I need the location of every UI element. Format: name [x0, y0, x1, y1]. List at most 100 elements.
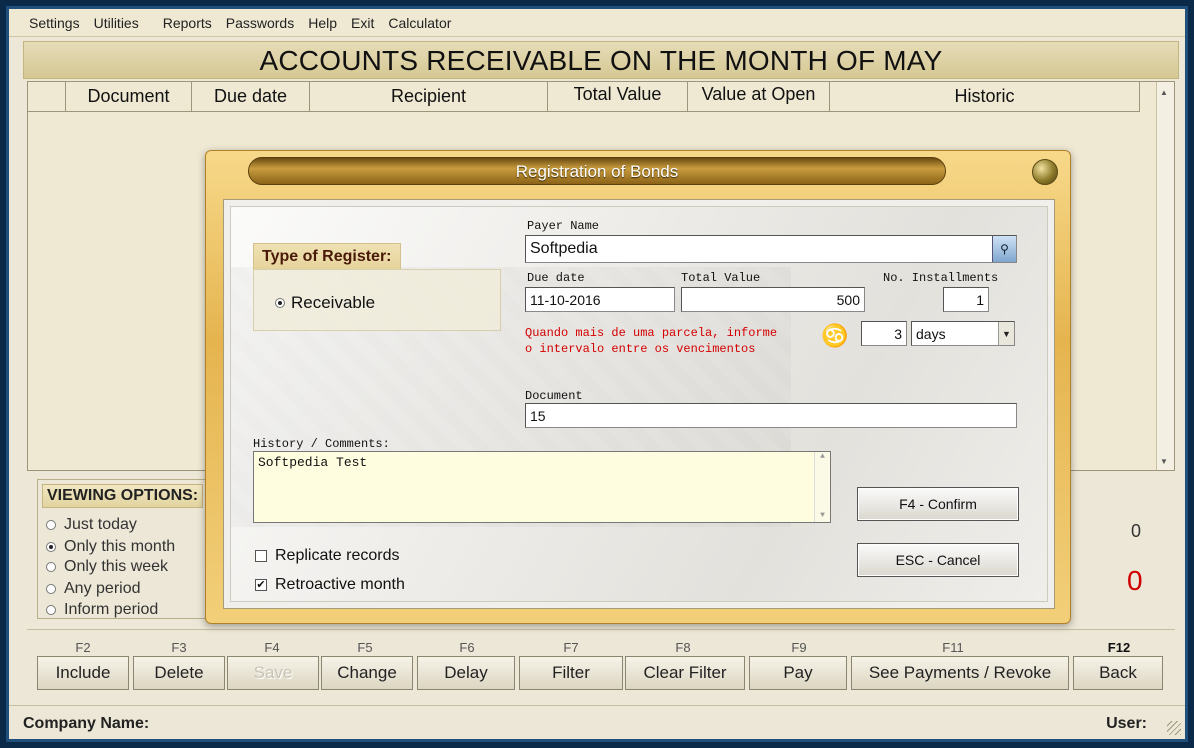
fkey-label: F9 [791, 640, 807, 655]
fkey-label: F4 [264, 640, 280, 655]
option-label: Only this week [64, 558, 169, 575]
due-date-value: 11-10-2016 [530, 291, 601, 308]
include-button[interactable]: Include [37, 656, 129, 690]
column-header-due-date[interactable]: Due date [192, 82, 310, 111]
retroactive-month-checkbox[interactable]: ✔ Retroactive month [255, 576, 405, 594]
option-label: Just today [64, 516, 137, 533]
column-header-indicator[interactable] [28, 82, 66, 111]
radio-icon[interactable] [46, 584, 56, 594]
option-only-this-month[interactable]: Only this month [46, 538, 175, 556]
company-name-label: Company Name: [23, 715, 150, 732]
back-button[interactable]: Back [1073, 656, 1163, 690]
scroll-down-icon[interactable]: ▼ [1160, 457, 1168, 466]
total-value-label: Total Value [681, 271, 761, 285]
menu-settings[interactable]: Settings [29, 15, 80, 31]
fkey-label: F3 [171, 640, 187, 655]
table-header: Document Due date Recipient Total Value … [28, 82, 1140, 112]
column-header-value-at-open[interactable]: Value at Open [688, 82, 830, 111]
clear-filter-button[interactable]: Clear Filter [625, 656, 745, 690]
receivable-label: Receivable [291, 293, 376, 312]
confirm-button[interactable]: F4 - Confirm [857, 487, 1019, 521]
type-of-register-title: Type of Register: [253, 243, 401, 270]
document-label: Document [525, 389, 583, 403]
column-header-historic[interactable]: Historic [830, 82, 1140, 111]
menu-help[interactable]: Help [308, 15, 337, 31]
column-header-document[interactable]: Document [66, 82, 192, 111]
checkbox-icon[interactable] [255, 550, 267, 562]
option-inform-period[interactable]: Inform period [46, 601, 158, 619]
radio-selected-icon[interactable] [46, 542, 56, 552]
option-just-today[interactable]: Just today [46, 516, 137, 534]
menu-utilities[interactable]: Utilities [94, 15, 139, 31]
user-label: User: [1106, 715, 1147, 732]
column-header-recipient[interactable]: Recipient [310, 82, 548, 111]
scroll-up-icon[interactable]: ▲ [1160, 88, 1168, 97]
change-button[interactable]: Change [321, 656, 413, 690]
interval-value: 3 [894, 325, 902, 342]
due-date-label: Due date [527, 271, 585, 285]
interval-note-line: Quando mais de uma parcela, informe [525, 326, 778, 340]
chevron-down-icon[interactable]: ▼ [998, 322, 1014, 345]
replicate-label: Replicate records [275, 547, 400, 564]
history-textarea[interactable]: Softpedia Test ▲ ▼ [253, 451, 831, 523]
fkey-label: F12 [1107, 640, 1131, 655]
installments-input[interactable]: 1 [943, 287, 989, 312]
option-any-period[interactable]: Any period [46, 580, 141, 598]
cancel-button[interactable]: ESC - Cancel [857, 543, 1019, 577]
see-payments-revoke-button[interactable]: See Payments / Revoke [851, 656, 1069, 690]
payer-name-value: Softpedia [530, 240, 598, 257]
search-lookup-icon[interactable]: ⚲ [992, 236, 1016, 262]
history-scrollbar[interactable]: ▲ ▼ [814, 452, 830, 522]
menu-reports[interactable]: Reports [163, 15, 212, 31]
dialog-body: Type of Register: Receivable Payer Name … [223, 199, 1055, 609]
total-value-input[interactable]: 500 [681, 287, 865, 312]
viewing-options-panel: VIEWING OPTIONS: Just today Only this mo… [37, 479, 217, 619]
radio-icon[interactable] [46, 562, 56, 572]
fkey-label: F6 [459, 640, 475, 655]
delete-button[interactable]: Delete [133, 656, 225, 690]
status-bar: Company Name: User: [9, 705, 1185, 739]
interval-icon: ♋ [821, 323, 849, 348]
delay-button[interactable]: Delay [417, 656, 515, 690]
fkey-label: F7 [563, 640, 579, 655]
interval-unit-select[interactable]: days ▼ [911, 321, 1015, 346]
document-input[interactable]: 15 [525, 403, 1017, 428]
menu-passwords[interactable]: Passwords [226, 15, 294, 31]
payer-name-input[interactable]: Softpedia ⚲ [525, 235, 1017, 263]
total-value-value: 500 [836, 291, 860, 308]
radio-icon[interactable] [46, 605, 56, 615]
payer-name-label: Payer Name [527, 219, 600, 233]
interval-note: Quando mais de uma parcela, informe o in… [525, 325, 777, 357]
receivable-option[interactable]: Receivable [275, 293, 375, 313]
due-date-input[interactable]: 11-10-2016 [525, 287, 675, 312]
checkbox-checked-icon[interactable]: ✔ [255, 579, 267, 591]
interval-input[interactable]: 3 [861, 321, 907, 346]
replicate-records-checkbox[interactable]: Replicate records [255, 547, 400, 565]
total-value: 0 [1127, 565, 1143, 596]
column-header-total-value[interactable]: Total Value [548, 82, 688, 111]
document-value: 15 [530, 407, 546, 424]
table-scrollbar[interactable]: ▲ ▼ [1156, 82, 1174, 470]
fkey-label: F8 [675, 640, 691, 655]
fkey-label: F5 [357, 640, 373, 655]
page-title: ACCOUNTS RECEIVABLE ON THE MONTH OF MAY [23, 41, 1179, 79]
menu-exit[interactable]: Exit [351, 15, 374, 31]
interval-unit-value: days [916, 325, 946, 342]
pay-button[interactable]: Pay [749, 656, 847, 690]
option-label: Inform period [64, 601, 159, 618]
retroactive-label: Retroactive month [275, 576, 405, 593]
dialog-title: Registration of Bonds [248, 157, 946, 185]
option-only-this-week[interactable]: Only this week [46, 558, 168, 576]
save-button[interactable]: Save [227, 656, 319, 690]
option-label: Only this month [64, 538, 176, 555]
history-label: History / Comments: [253, 437, 390, 451]
function-key-bar: F2 Include F3 Delete F4 Save F5 Change F… [27, 629, 1175, 699]
registration-dialog: Registration of Bonds Type of Register: … [205, 150, 1071, 624]
menu-calculator[interactable]: Calculator [388, 15, 451, 31]
radio-icon[interactable] [46, 520, 56, 530]
filter-button[interactable]: Filter [519, 656, 623, 690]
resize-grip-icon[interactable] [1167, 721, 1181, 735]
interval-note-line: o intervalo entre os vencimentos [525, 342, 756, 356]
globe-icon[interactable] [1032, 159, 1058, 185]
radio-selected-icon[interactable] [275, 298, 285, 308]
